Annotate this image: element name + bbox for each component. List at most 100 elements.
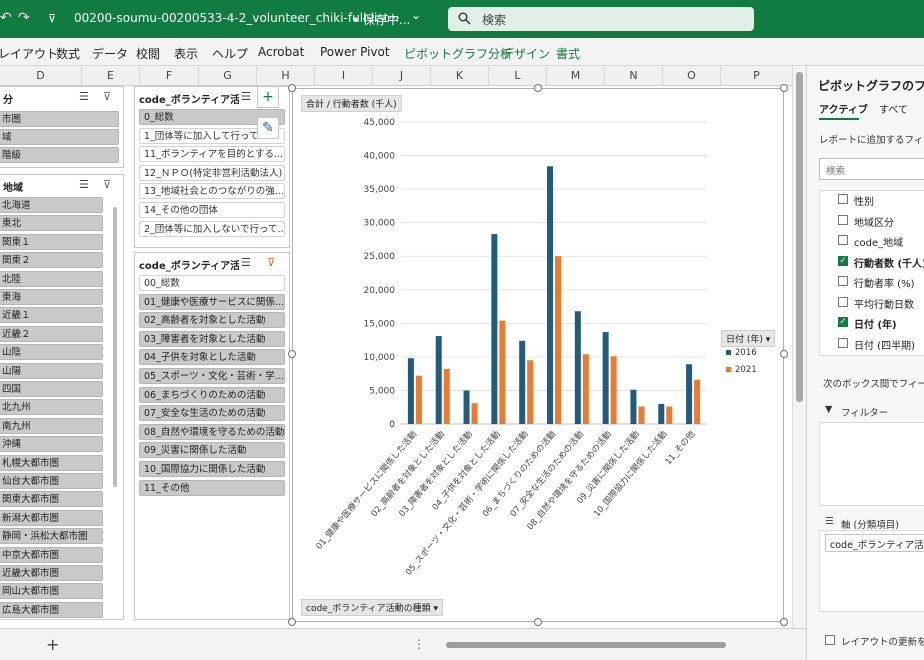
slicer-item[interactable]: 市圏 xyxy=(0,111,119,127)
field-label[interactable]: 行動者数 (千人) xyxy=(854,255,924,270)
column-header[interactable]: P xyxy=(721,66,792,86)
resize-handle[interactable] xyxy=(780,350,788,358)
slicer-item[interactable]: 10_国際協力に関係した活動 xyxy=(139,461,285,477)
tab-active[interactable]: アクティブ xyxy=(819,101,868,116)
slicer-item[interactable]: 関東１ xyxy=(0,233,103,250)
defer-update-checkbox[interactable] xyxy=(825,635,835,645)
tab-format[interactable]: 書式 xyxy=(556,45,580,62)
slicer-item[interactable]: 09_災害に関係した活動 xyxy=(139,442,285,459)
slicer-item[interactable]: 13_地域社会とのつながりの強... xyxy=(139,183,285,200)
search-box[interactable]: 検索 xyxy=(448,7,754,31)
resize-handle[interactable] xyxy=(288,84,296,92)
tab-help[interactable]: ヘルプ xyxy=(212,45,248,62)
document-title[interactable]: 00200-soumu-00200533-4-2_volunteer_chiki… xyxy=(74,11,400,25)
slicer-item[interactable]: 南九州 xyxy=(0,417,103,434)
slicer-item[interactable]: 岡山大都市圏 xyxy=(0,583,103,600)
pivot-chart[interactable]: 合計 / 行動者数 (千人) 日付 (年) ▾ code_ボランティア活動の種類… xyxy=(292,88,784,622)
slicer-item[interactable]: 11_ボランティアを目的とする... xyxy=(139,146,285,163)
slicer-item[interactable]: 沖縄 xyxy=(0,436,103,453)
slicer-item[interactable]: 新潟大都市圏 xyxy=(0,509,103,526)
column-header[interactable]: F xyxy=(140,66,199,86)
tab-view[interactable]: 表示 xyxy=(174,45,198,62)
column-header[interactable]: G xyxy=(199,66,257,86)
slicer-item[interactable]: 山陰 xyxy=(0,344,103,361)
vertical-scrollbar[interactable] xyxy=(792,66,806,628)
field-label[interactable]: 地域区分 xyxy=(854,214,894,229)
field-checkbox[interactable] xyxy=(838,214,848,225)
slicer-item[interactable]: 01_健康や医療サービスに関係... xyxy=(139,293,285,310)
slicer-item[interactable]: 札幌大都市圏 xyxy=(0,454,103,471)
undo-icon[interactable]: ↶ xyxy=(0,10,12,26)
field-label[interactable]: 性別 xyxy=(854,193,874,208)
chevron-down-icon[interactable]: ⌄ xyxy=(411,8,421,22)
slicer-item[interactable]: 近畿１ xyxy=(0,307,103,324)
tab-power-pivot[interactable]: Power Pivot xyxy=(320,45,390,59)
column-header[interactable]: J xyxy=(373,66,431,86)
slicer-item[interactable]: 山陽 xyxy=(0,362,103,379)
slicer-item[interactable]: 北海道 xyxy=(0,197,103,213)
column-header[interactable]: K xyxy=(431,66,489,86)
slicer-item[interactable]: 東北 xyxy=(0,215,103,232)
slicer-item[interactable]: 四国 xyxy=(0,381,103,397)
column-header[interactable]: L xyxy=(489,66,547,86)
resize-handle[interactable] xyxy=(780,84,788,92)
field-checkbox[interactable] xyxy=(838,235,848,245)
multi-select-icon[interactable]: ☰ xyxy=(79,178,89,191)
slicer-item[interactable]: 広島大都市圏 xyxy=(0,601,103,618)
slicer-item[interactable]: 08_自然や環境を守るための活動 xyxy=(139,423,285,440)
tab-design[interactable]: デザイン xyxy=(502,45,550,62)
chart-elements-button[interactable]: + xyxy=(257,86,279,108)
slicer-item[interactable]: 関東大都市圏 xyxy=(0,491,103,508)
tab-acrobat[interactable]: Acrobat xyxy=(258,45,304,59)
add-sheet-button[interactable]: + xyxy=(46,635,59,654)
slicer-item[interactable]: 11_その他 xyxy=(139,479,285,496)
slicer-item[interactable]: 02_高齢者を対象とした活動 xyxy=(139,312,285,329)
slicer-item[interactable]: 関東２ xyxy=(0,252,103,269)
field-checkbox[interactable] xyxy=(838,276,848,286)
slicer-item[interactable]: 近畿大都市圏 xyxy=(0,565,103,581)
slicer-item[interactable]: 12_ＮＰＯ(特定非営利活動法人) xyxy=(139,164,285,181)
slicer-item[interactable]: 東海 xyxy=(0,289,103,305)
quick-access-menu-icon[interactable]: ⊽ xyxy=(48,12,56,25)
slicer-item[interactable]: 00_総数 xyxy=(139,275,285,291)
tab-all[interactable]: すべて xyxy=(879,101,908,116)
slicer-scrollbar[interactable] xyxy=(113,207,117,487)
horizontal-scroll-thumb[interactable] xyxy=(446,642,726,648)
slicer-item[interactable]: 北九州 xyxy=(0,399,103,416)
clear-filter-icon[interactable]: ⊽ xyxy=(103,90,111,103)
field-checkbox[interactable]: ✓ xyxy=(838,317,848,327)
clear-filter-icon[interactable]: ⊽ xyxy=(267,256,275,269)
slicer-item[interactable]: 仙台大都市圏 xyxy=(0,473,103,489)
field-checkbox[interactable]: ✓ xyxy=(838,255,848,266)
column-header[interactable]: M xyxy=(547,66,605,86)
tab-layout[interactable]: レイアウト xyxy=(0,45,58,62)
scroll-thumb[interactable] xyxy=(796,72,803,402)
slicer-item[interactable]: 静岡・浜松大都市圏 xyxy=(0,528,103,545)
field-checkbox[interactable] xyxy=(838,337,848,348)
slicer-item[interactable]: 北陸 xyxy=(0,270,103,287)
column-header[interactable]: H xyxy=(257,66,315,86)
slicer-item[interactable]: 中京大都市圏 xyxy=(0,546,103,563)
tab-review[interactable]: 校閲 xyxy=(136,45,160,62)
field-search-input[interactable]: 検索 xyxy=(819,158,924,180)
save-status[interactable]: • 保存中... xyxy=(352,11,410,28)
field-checkbox[interactable] xyxy=(838,296,848,307)
tab-pivotchart-analyze[interactable]: ピボットグラフ分析 xyxy=(404,45,512,62)
tab-formulas[interactable]: 数式 xyxy=(56,45,80,62)
axis-field-chip[interactable]: code_ボランティア活動... xyxy=(825,534,924,552)
slicer-item[interactable]: 14_その他の団体 xyxy=(139,202,285,218)
field-label[interactable]: 日付 (年) xyxy=(854,316,897,331)
slicer-item[interactable]: 04_子供を対象とした活動 xyxy=(139,349,285,366)
column-header[interactable]: N xyxy=(605,66,663,86)
column-header[interactable]: E xyxy=(82,66,140,86)
column-header[interactable]: D xyxy=(0,66,82,86)
slicer-item[interactable]: 域 xyxy=(0,129,119,145)
column-header[interactable]: I xyxy=(315,66,373,86)
slicer-item[interactable]: 2_団体等に加入しないで行って... xyxy=(139,220,285,237)
resize-handle[interactable] xyxy=(780,618,788,626)
field-label[interactable]: code_地域 xyxy=(854,234,903,249)
multi-select-icon[interactable]: ☰ xyxy=(79,90,89,103)
field-checkbox[interactable] xyxy=(838,194,848,204)
resize-handle[interactable] xyxy=(288,350,296,358)
resize-handle[interactable] xyxy=(534,618,542,626)
